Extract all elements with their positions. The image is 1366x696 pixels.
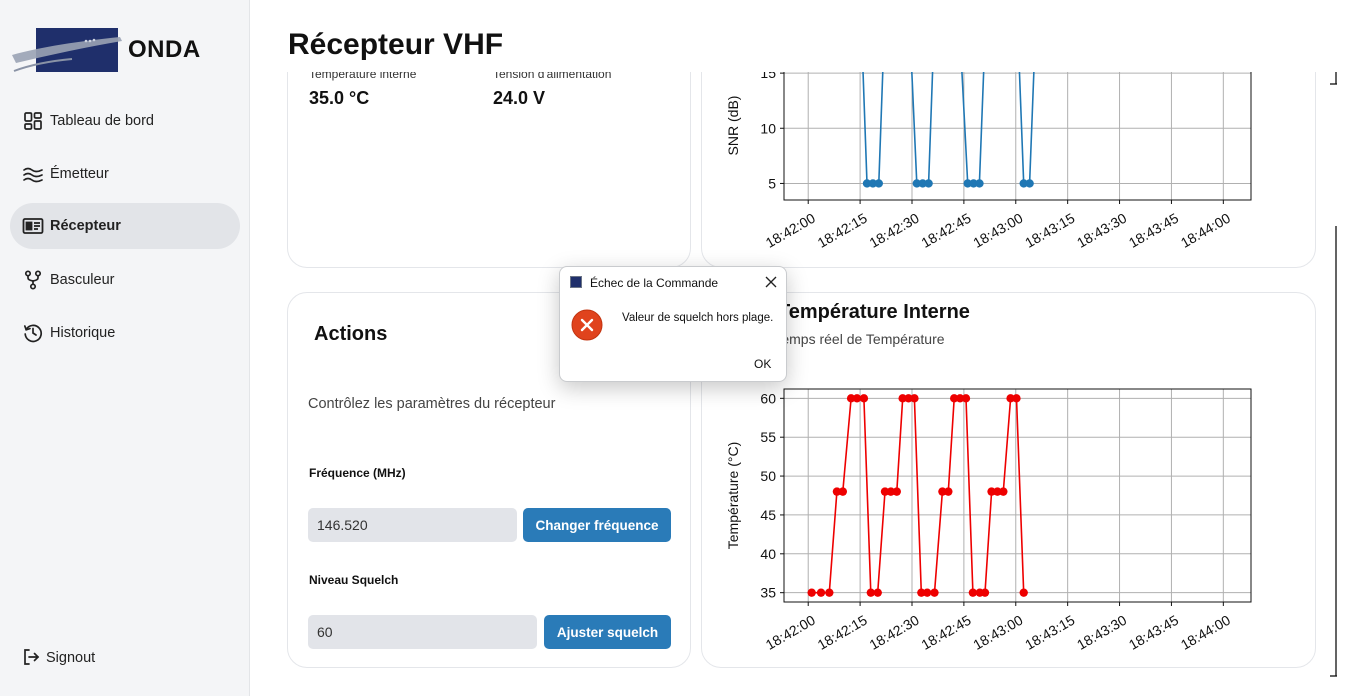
series-group [807, 394, 1028, 597]
data-point [859, 394, 869, 403]
y-tick-label: 40 [760, 546, 776, 562]
voltage-value: 24.0 V [493, 88, 546, 108]
data-point [838, 487, 848, 496]
dialog-title: Échec de la Commande [590, 276, 719, 290]
history-icon [22, 322, 44, 344]
signout-label: Signout [46, 650, 96, 666]
signout-button[interactable]: Signout [22, 648, 95, 668]
x-tick-label: 18:43:45 [1126, 612, 1181, 653]
x-tick-label: 18:43:00 [970, 210, 1025, 251]
data-point [975, 179, 984, 188]
x-tick-label: 18:42:45 [918, 210, 973, 251]
sidebar-item-label: Basculeur [50, 272, 115, 288]
data-point [1012, 394, 1021, 403]
data-point [924, 179, 933, 188]
sidebar: ONDA Tableau de bord Émetteur Récepteur … [0, 0, 250, 696]
y-tick-label: 60 [760, 390, 776, 406]
app-window: ONDA Tableau de bord Émetteur Récepteur … [0, 0, 1366, 696]
switch-icon [22, 269, 44, 291]
data-point [1019, 588, 1028, 597]
data-point [873, 588, 882, 597]
data-point [980, 588, 990, 597]
frequency-label: Fréquence (MHz) [309, 466, 406, 480]
squelch-label: Niveau Squelch [309, 573, 399, 587]
ok-button[interactable]: OK [754, 357, 771, 371]
waves-icon [22, 163, 44, 185]
signout-icon [22, 648, 42, 668]
frequency-input[interactable] [308, 508, 517, 542]
error-icon [571, 309, 603, 341]
data-point [910, 394, 919, 403]
app-icon [570, 276, 582, 288]
sidebar-item-basculeur[interactable]: Basculeur [10, 257, 240, 303]
sidebar-item-label: Émetteur [50, 166, 109, 182]
data-point [874, 179, 883, 188]
main-scrollbar[interactable] [1330, 72, 1338, 678]
sidebar-item-label: Historique [50, 325, 116, 341]
sidebar-item-emetteur[interactable]: Émetteur [10, 151, 240, 197]
x-tick-label: 18:42:00 [763, 210, 818, 251]
data-point [999, 487, 1008, 496]
x-tick-label: 18:43:15 [1022, 612, 1077, 653]
sidebar-item-recepteur[interactable]: Récepteur [10, 203, 240, 249]
y-tick-label: 50 [760, 468, 776, 484]
x-tick-label: 18:43:15 [1022, 210, 1077, 251]
dashboard-icon [22, 110, 44, 132]
actions-description: Contrôlez les paramètres du récepteur [308, 396, 556, 412]
x-tick-label: 18:42:45 [918, 612, 973, 653]
change-frequency-button[interactable]: Changer fréquence [523, 508, 671, 542]
y-tick-label: 55 [760, 429, 776, 445]
x-tick-label: 18:42:15 [815, 612, 870, 653]
temperature-chart: 35404550556018:42:0018:42:1518:42:3018:4… [725, 388, 1252, 653]
sidebar-item-dashboard[interactable]: Tableau de bord [10, 98, 240, 144]
data-point [1025, 179, 1034, 188]
x-tick-label: 18:43:00 [970, 612, 1025, 653]
squelch-input[interactable] [308, 615, 537, 649]
error-dialog: Échec de la Commande Valeur de squelch h… [559, 266, 787, 382]
x-tick-label: 18:44:00 [1178, 612, 1233, 653]
sidebar-item-label: Récepteur [50, 218, 121, 234]
page-title: Récepteur VHF [288, 28, 504, 61]
data-point [923, 588, 932, 597]
x-tick-label: 18:43:30 [1074, 612, 1129, 653]
temperature-chart-card: rt Température Interne en temps réel de … [701, 292, 1316, 668]
adjust-squelch-button[interactable]: Ajuster squelch [544, 615, 671, 649]
x-tick-label: 18:43:45 [1126, 210, 1181, 251]
y-tick-label: 35 [760, 585, 776, 601]
data-point [892, 487, 901, 496]
onda-logo [12, 28, 122, 72]
data-point [816, 588, 826, 597]
x-tick-label: 18:43:30 [1074, 210, 1129, 251]
y-tick-label: 10 [760, 120, 776, 136]
y-tick-label: 45 [760, 507, 776, 523]
dialog-titlebar[interactable]: Échec de la Commande [560, 267, 786, 297]
x-tick-label: 18:42:30 [866, 210, 921, 251]
y-axis-label: Température (°C) [725, 442, 741, 550]
dialog-message: Valeur de squelch hors plage. [622, 312, 774, 324]
x-tick-label: 18:42:30 [866, 612, 921, 653]
data-point [825, 588, 834, 597]
y-axis-label: SNR (dB) [725, 96, 741, 156]
receiver-icon [22, 215, 44, 237]
close-icon[interactable] [762, 273, 780, 291]
y-tick-label: 5 [768, 175, 776, 191]
brand-name: ONDA [128, 36, 201, 63]
sidebar-item-historique[interactable]: Historique [10, 310, 240, 356]
x-tick-label: 18:42:15 [815, 210, 870, 251]
sidebar-item-label: Tableau de bord [50, 113, 154, 129]
data-point [944, 487, 953, 496]
data-point [961, 394, 971, 403]
actions-title: Actions [314, 323, 388, 345]
x-tick-label: 18:42:00 [763, 612, 818, 653]
x-tick-label: 18:44:00 [1178, 210, 1233, 251]
data-point [807, 588, 816, 597]
data-point [930, 588, 939, 597]
brand[interactable]: ONDA [10, 22, 240, 78]
temp-value: 35.0 °C [309, 88, 370, 108]
